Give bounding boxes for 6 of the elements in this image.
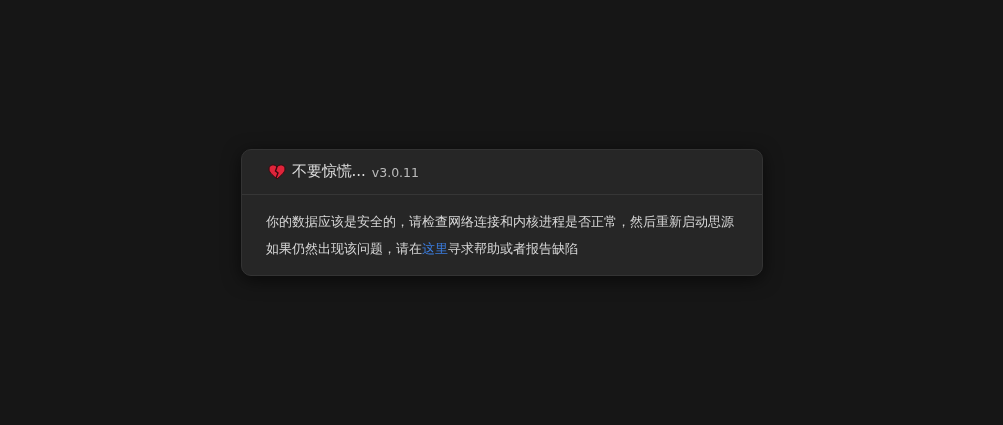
broken-heart-icon: [267, 163, 286, 180]
help-link[interactable]: 这里: [421, 240, 448, 256]
error-message: 你的数据应该是安全的，请检查网络连接和内核进程是否正常，然后重新启动思源: [265, 212, 735, 231]
version-label: v3.0.11: [371, 165, 419, 180]
help-message: 如果仍然出现该问题，请在这里寻求帮助或者报告缺陷: [265, 239, 579, 258]
dialog-title: 不要惊慌...: [291, 162, 366, 181]
